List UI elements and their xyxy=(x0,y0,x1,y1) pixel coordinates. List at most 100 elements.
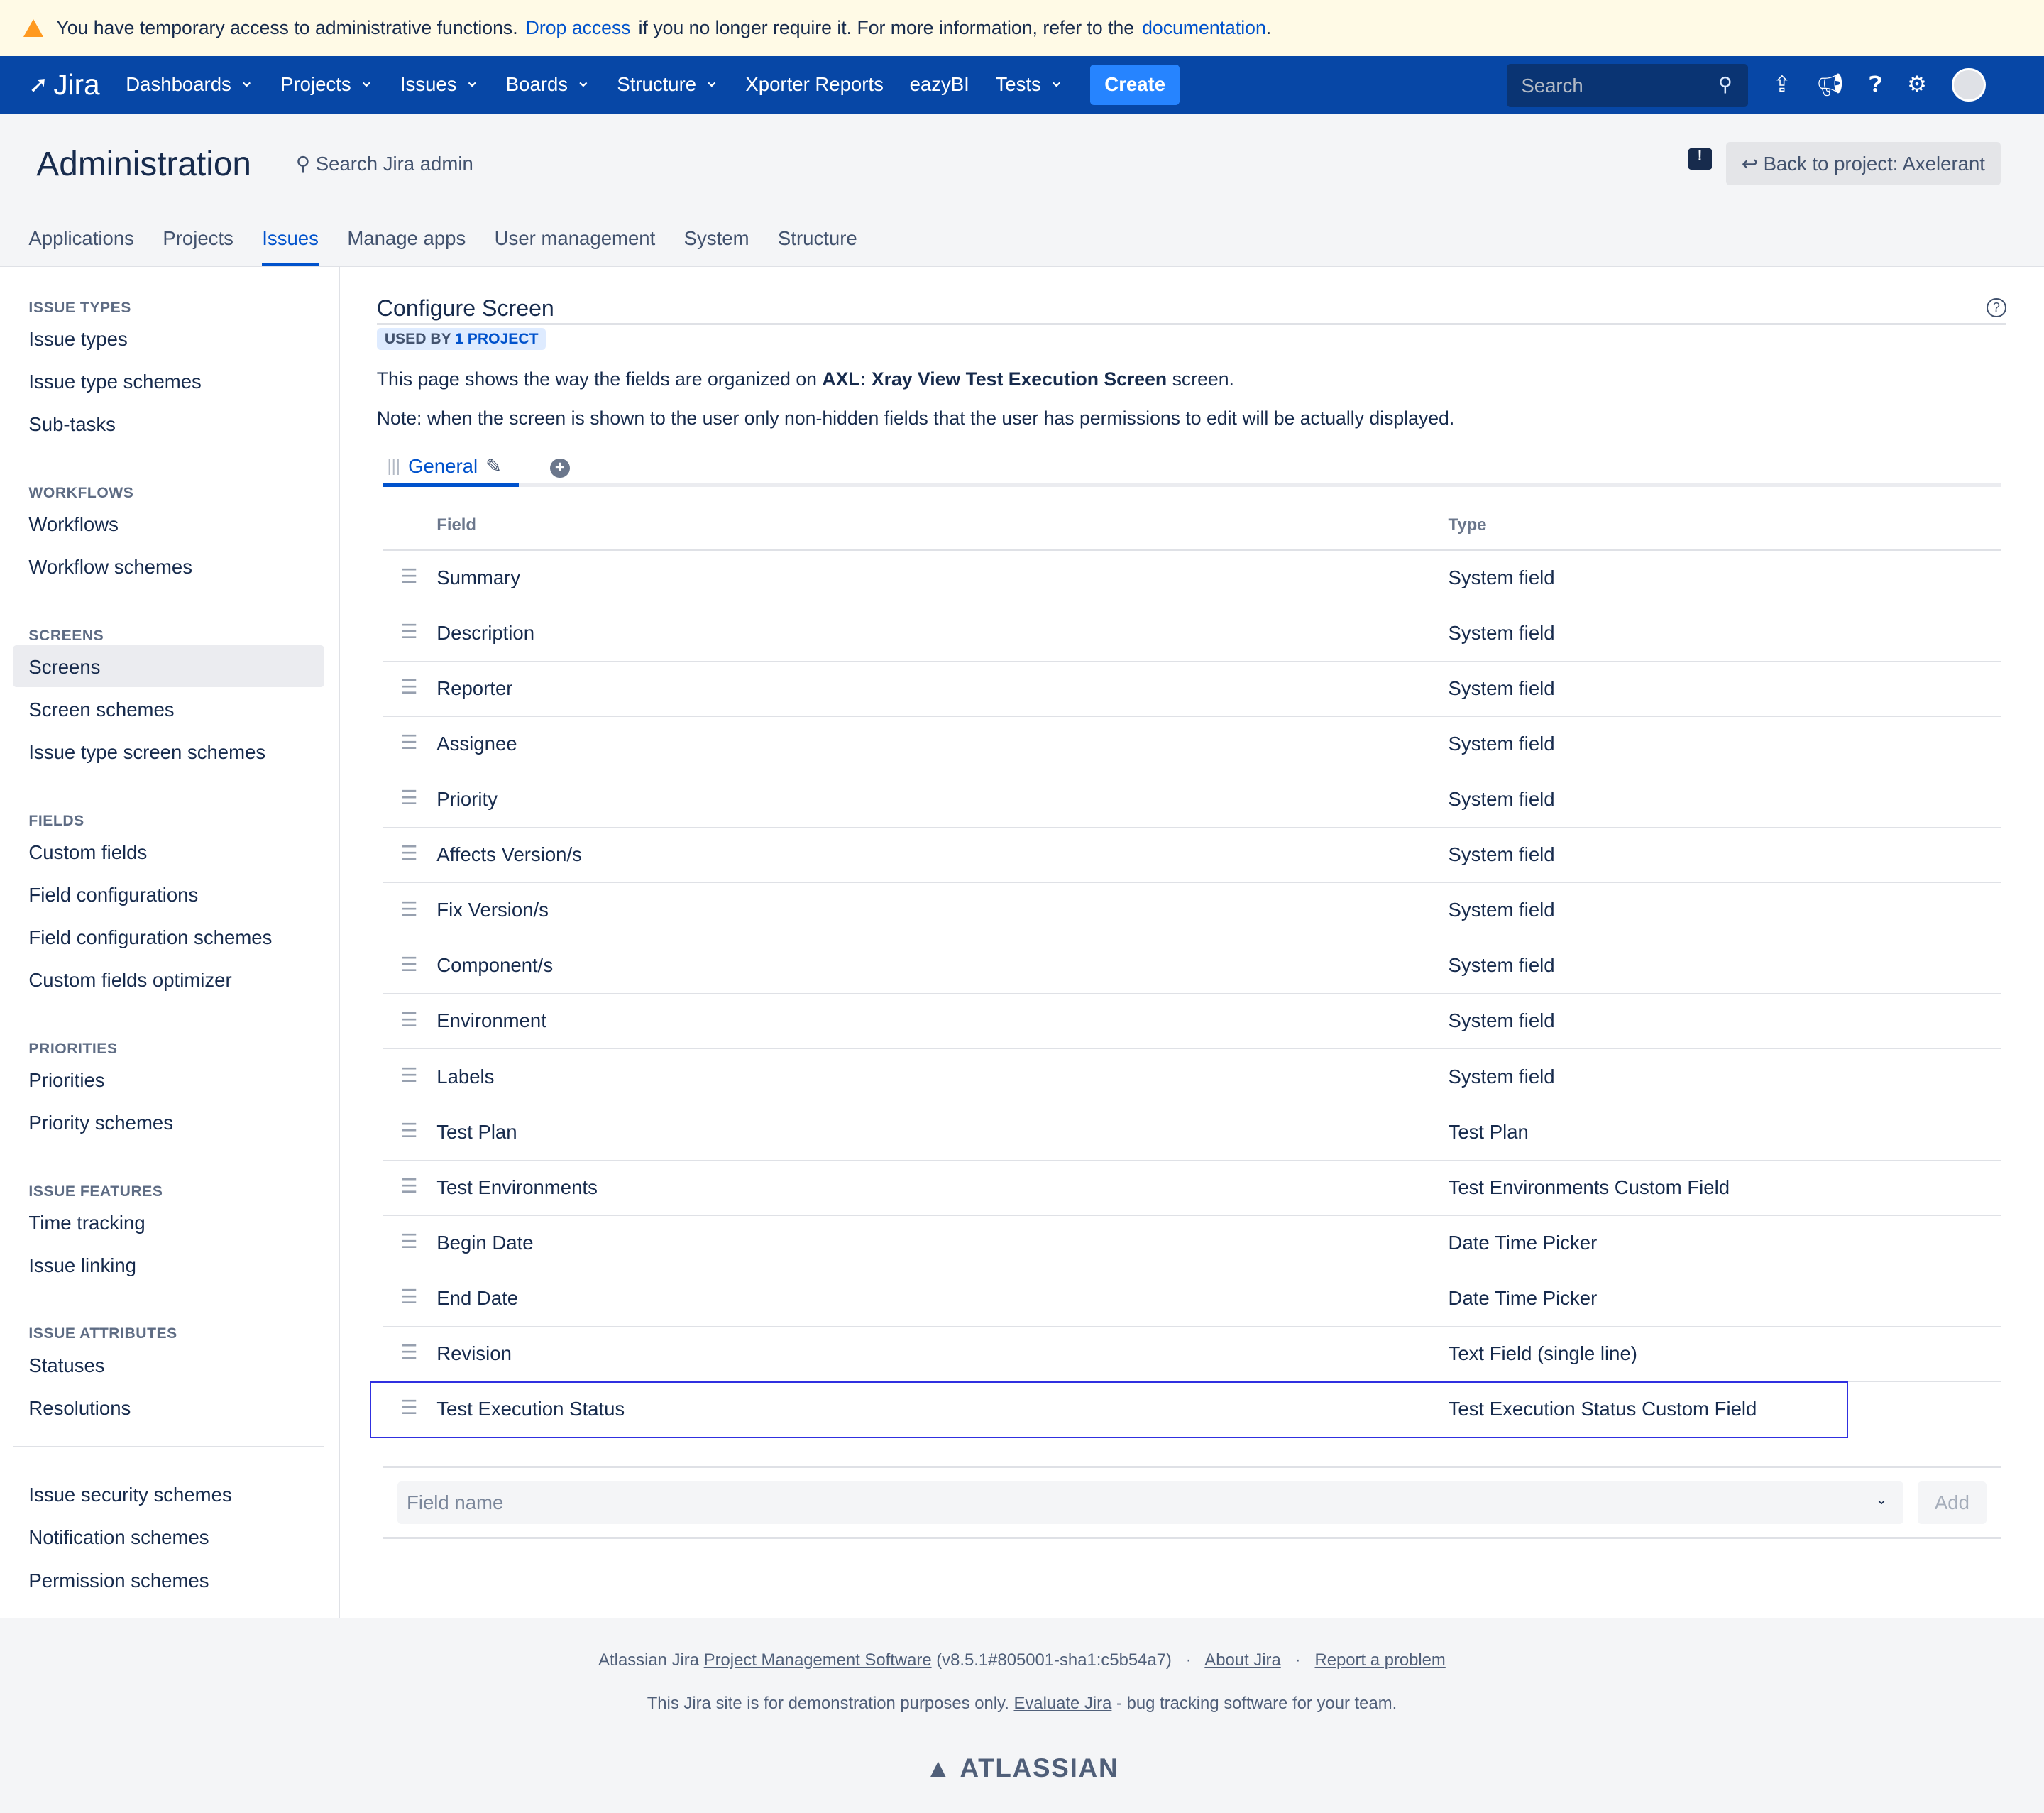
sidebar-item-statuses[interactable]: Statuses xyxy=(13,1344,324,1386)
table-row[interactable]: ☰ Test Execution Status Test Execution Sta… xyxy=(370,1381,1847,1437)
nav-item-structure[interactable]: Structure ⌄ xyxy=(617,71,719,96)
sidebar-item-issue-types[interactable]: Issue types xyxy=(13,317,324,359)
jira-logo[interactable]: ➚ Jira xyxy=(28,68,99,102)
sidebar-item-issue-type-schemes[interactable]: Issue type schemes xyxy=(13,360,324,402)
nav-label: Tests xyxy=(995,73,1041,96)
table-row[interactable]: ☰ Assignee System field xyxy=(383,717,2001,773)
note: Note: when the screen is shown to the us… xyxy=(376,407,1455,429)
drag-handle-icon[interactable]: ☰ xyxy=(400,787,418,809)
sidebar-item-priorities[interactable]: Priorities xyxy=(13,1058,324,1100)
avatar[interactable] xyxy=(1952,67,1986,102)
table-row[interactable]: ☰ Summary System field xyxy=(383,551,2001,607)
sidebar-item-screens[interactable]: Screens xyxy=(13,645,325,687)
table-row[interactable]: ☰ Fix Version/s System field xyxy=(383,883,2001,939)
table-row[interactable]: ☰ Labels System field xyxy=(383,1049,2001,1105)
sidebar-item-workflows[interactable]: Workflows xyxy=(13,503,324,544)
drag-handle-icon[interactable]: ☰ xyxy=(400,565,418,588)
project-count-link[interactable]: 1 PROJECT xyxy=(455,331,538,347)
tab-issues[interactable]: Issues xyxy=(262,227,319,266)
documentation-link[interactable]: documentation xyxy=(1142,17,1266,39)
tab-structure[interactable]: Structure xyxy=(778,227,857,266)
table-row[interactable]: ☰ Description System field xyxy=(383,606,2001,662)
drag-handle-icon[interactable]: ☰ xyxy=(400,676,418,699)
nav-item-boards[interactable]: Boards ⌄ xyxy=(506,71,591,96)
table-row[interactable]: ☰ End Date Date Time Picker xyxy=(383,1271,2001,1327)
field-type: System field xyxy=(1448,677,1555,700)
create-button[interactable]: Create xyxy=(1090,64,1180,106)
drag-handle-icon[interactable]: ☰ xyxy=(400,1009,418,1031)
drag-handle-icon[interactable]: ☰ xyxy=(400,1341,418,1364)
tab-applications[interactable]: Applications xyxy=(28,227,134,266)
table-row[interactable]: ☰ Priority System field xyxy=(383,772,2001,828)
settings-gear-icon[interactable]: ⚙ xyxy=(1907,72,1927,97)
nav-item-tests[interactable]: Tests ⌄ xyxy=(995,71,1065,96)
sidebar-item-resolutions[interactable]: Resolutions xyxy=(13,1386,324,1428)
drop-access-link[interactable]: Drop access xyxy=(526,17,631,39)
search-input[interactable]: Search ⚲ xyxy=(1507,63,1748,107)
sidebar-item-priority-schemes[interactable]: Priority schemes xyxy=(13,1101,324,1143)
used-by-badge[interactable]: USED BY 1 PROJECT xyxy=(376,327,546,351)
sidebar-item-field-configuration-schemes[interactable]: Field configuration schemes xyxy=(13,916,324,958)
field-name-select[interactable]: Field name ⌄ xyxy=(397,1481,1903,1525)
admin-search-link[interactable]: ⚲ Search Jira admin xyxy=(296,153,473,175)
notifications-icon[interactable]: 📢︎ xyxy=(1816,72,1845,98)
tab-system[interactable]: System xyxy=(684,227,749,266)
drag-handle-icon[interactable]: ☰ xyxy=(400,953,418,976)
nav-item-eazybi[interactable]: eazyBI xyxy=(910,73,969,96)
sidebar-item-workflow-schemes[interactable]: Workflow schemes xyxy=(13,545,324,587)
drag-handle-icon[interactable]: ☰ xyxy=(400,898,418,921)
sidebar-item-custom-fields[interactable]: Custom fields xyxy=(13,831,324,872)
about-jira-link[interactable]: About Jira xyxy=(1204,1650,1280,1670)
tab-manage-apps[interactable]: Manage apps xyxy=(347,227,466,266)
table-row[interactable]: ☰ Begin Date Date Time Picker xyxy=(383,1216,2001,1271)
table-row[interactable]: ☰ Reporter System field xyxy=(383,662,2001,718)
add-tab-icon[interactable]: + xyxy=(550,458,570,478)
sidebar-item-screen-schemes[interactable]: Screen schemes xyxy=(13,688,324,730)
drag-handle-icon[interactable]: ☰ xyxy=(400,842,418,865)
table-row[interactable]: ☰ Test Environments Test Environments Cust… xyxy=(383,1161,2001,1216)
table-row[interactable]: ☰ Test Plan Test Plan xyxy=(383,1105,2001,1161)
table-row[interactable]: ☰ Affects Version/s System field xyxy=(383,828,2001,884)
drag-handle-icon[interactable]: ☰ xyxy=(400,1175,418,1198)
sidebar-item-time-tracking[interactable]: Time tracking xyxy=(13,1201,324,1243)
table-row[interactable]: ☰ Environment System field xyxy=(383,994,2001,1050)
drag-handle-icon[interactable]: ☰ xyxy=(400,1064,418,1087)
drag-handle-icon[interactable]: ☰ xyxy=(400,620,418,643)
edit-pencil-icon[interactable]: ✎ xyxy=(485,455,502,478)
drag-handle-icon[interactable]: ☰ xyxy=(400,1119,418,1142)
sidebar-item-notification-schemes[interactable]: Notification schemes xyxy=(13,1516,324,1558)
drag-handle-icon[interactable]: ☰ xyxy=(400,731,418,754)
add-button[interactable]: Add xyxy=(1917,1481,1987,1525)
sidebar-item-issue-security-schemes[interactable]: Issue security schemes xyxy=(13,1474,324,1516)
atlassian-logo[interactable]: ▲ ATLASSIAN xyxy=(0,1753,2044,1783)
tab-user-management[interactable]: User management xyxy=(495,227,656,266)
nav-item-issues[interactable]: Issues ⌄ xyxy=(400,71,480,96)
evaluate-jira-link[interactable]: Evaluate Jira xyxy=(1013,1694,1111,1713)
footer-text: Atlassian Jira xyxy=(598,1650,700,1670)
table-row[interactable]: ☰ Revision Text Field (single line) xyxy=(383,1327,2001,1382)
drag-handle-icon[interactable]: ☰ xyxy=(400,1396,418,1419)
sidebar-item-permission-schemes[interactable]: Permission schemes xyxy=(13,1559,324,1601)
sidebar-item-field-configurations[interactable]: Field configurations xyxy=(13,873,324,915)
sidebar-item-custom-fields-optimizer[interactable]: Custom fields optimizer xyxy=(13,958,324,1000)
feedback-icon[interactable]: ! xyxy=(1688,148,1712,170)
tab-projects[interactable]: Projects xyxy=(163,227,233,266)
sidebar-item-issue-type-screen-schemes[interactable]: Issue type screen schemes xyxy=(13,730,324,772)
back-to-project-button[interactable]: ↩ Back to project: Axelerant xyxy=(1725,142,2001,185)
nav-item-xporter-reports[interactable]: Xporter Reports xyxy=(745,73,883,96)
nav-item-projects[interactable]: Projects ⌄ xyxy=(280,71,374,96)
report-problem-link[interactable]: Report a problem xyxy=(1314,1650,1445,1670)
sidebar-item-issue-linking[interactable]: Issue linking xyxy=(13,1244,324,1286)
sidebar-item-sub-tasks[interactable]: Sub-tasks xyxy=(13,402,324,444)
drag-handle-icon[interactable]: ||| xyxy=(387,456,400,476)
table-row[interactable]: ☰ Component/s System field xyxy=(383,938,2001,995)
help-icon[interactable]: ❓︎ xyxy=(1869,72,1883,98)
pm-software-link[interactable]: Project Management Software xyxy=(704,1650,932,1670)
drag-handle-icon[interactable]: ☰ xyxy=(400,1230,418,1253)
drag-handle-icon[interactable]: ☰ xyxy=(400,1286,418,1308)
nav-item-dashboards[interactable]: Dashboards ⌄ xyxy=(126,71,254,96)
tab-general[interactable]: ||| General ✎ xyxy=(383,449,519,488)
help-icon[interactable]: ? xyxy=(1987,297,2006,318)
field-name: Test Environments xyxy=(436,1176,598,1198)
upload-icon[interactable]: ⇪ xyxy=(1773,72,1791,97)
